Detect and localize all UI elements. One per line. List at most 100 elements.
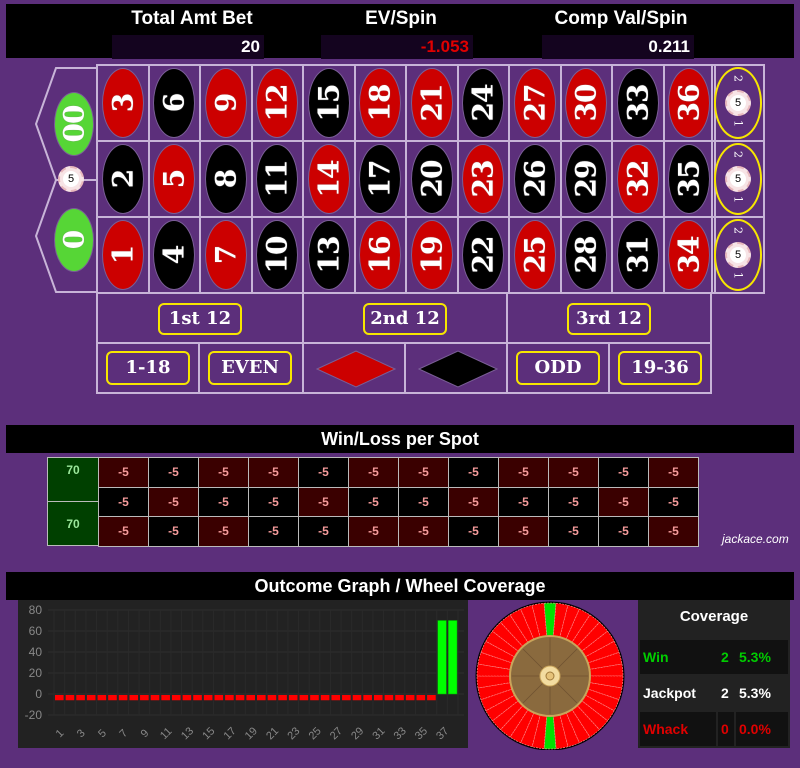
winloss-cell: -5 <box>548 457 599 488</box>
number-28-cell[interactable]: 28 <box>559 216 613 294</box>
number-34-cell[interactable]: 34 <box>662 216 716 294</box>
number-33-cell[interactable]: 33 <box>611 64 665 142</box>
bar-2 <box>65 695 75 701</box>
x-tick-label: 25 <box>307 725 324 742</box>
number-10-cell[interactable]: 10 <box>250 216 304 294</box>
number-21-cell[interactable]: 21 <box>405 64 459 142</box>
chip-column-top[interactable]: 5 <box>725 90 751 116</box>
number-29-cell[interactable]: 29 <box>559 140 613 218</box>
chip-column-bottom[interactable]: 5 <box>725 242 751 268</box>
bar-12 <box>171 695 181 701</box>
number-6-cell[interactable]: 6 <box>147 64 201 142</box>
coverage-panel: Coverage Win 2 5.3% Jackpot 2 5.3% Whack… <box>638 600 790 748</box>
number-26-cell[interactable]: 26 <box>508 140 562 218</box>
red-diamond-icon <box>316 350 396 388</box>
number-23-cell[interactable]: 23 <box>456 140 510 218</box>
bar-13 <box>182 695 192 701</box>
bar-22 <box>278 695 287 701</box>
bar-36 <box>427 695 436 701</box>
number-17-cell[interactable]: 17 <box>353 140 407 218</box>
number-11-cell[interactable]: 11 <box>250 140 304 218</box>
bet-low[interactable]: 1-18 <box>96 342 200 394</box>
number-14-cell[interactable]: 14 <box>302 140 356 218</box>
number-7-cell[interactable]: 7 <box>199 216 253 294</box>
number-9-cell[interactable]: 9 <box>199 64 253 142</box>
number-8-cell[interactable]: 8 <box>199 140 253 218</box>
number-12-cell[interactable]: 12 <box>250 64 304 142</box>
winloss-cell: -5 <box>398 486 449 518</box>
dozen-2nd[interactable]: 2nd 12 <box>302 292 508 344</box>
number-0[interactable]: 0 <box>54 208 94 272</box>
x-tick-label: 33 <box>392 725 409 742</box>
dozen-1st[interactable]: 1st 12 <box>96 292 304 344</box>
bar-20 <box>257 695 266 701</box>
bar-6 <box>108 695 117 701</box>
coverage-title: Coverage <box>679 608 749 625</box>
number-15-cell[interactable]: 15 <box>302 64 356 142</box>
number-6: 6 <box>153 68 196 138</box>
bar-11 <box>161 695 170 701</box>
bar-17 <box>225 695 234 701</box>
number-30-cell[interactable]: 30 <box>559 64 613 142</box>
number-32-cell[interactable]: 32 <box>611 140 665 218</box>
winloss-cell: -5 <box>298 486 349 518</box>
number-4-cell[interactable]: 4 <box>147 216 201 294</box>
chip-zero-split[interactable]: 5 <box>58 166 84 192</box>
number-16-cell[interactable]: 16 <box>353 216 407 294</box>
number-20-cell[interactable]: 20 <box>405 140 459 218</box>
column-bet-bottom[interactable]: 2 to 1 5 <box>711 216 765 294</box>
number-10: 10 <box>256 220 299 290</box>
winloss-cell: -5 <box>548 486 599 518</box>
bar-38 <box>448 620 458 695</box>
number-27-cell[interactable]: 27 <box>508 64 562 142</box>
coverage-row-jackpot: Jackpot 2 5.3% <box>643 685 771 701</box>
number-3-cell[interactable]: 3 <box>96 64 150 142</box>
comp-label: Comp Val/Spin <box>554 8 688 29</box>
bar-31 <box>373 695 383 701</box>
bar-37 <box>437 620 447 695</box>
coverage-row-win: Win 2 5.3% <box>640 640 788 674</box>
number-22-cell[interactable]: 22 <box>456 216 510 294</box>
number-2-cell[interactable]: 2 <box>96 140 150 218</box>
number-2: 2 <box>101 144 144 214</box>
y-tick-label: 0 <box>35 687 42 701</box>
number-25-cell[interactable]: 25 <box>508 216 562 294</box>
bet-black[interactable] <box>404 342 508 394</box>
column-bet-top[interactable]: 2 to 1 5 <box>711 64 765 142</box>
number-00[interactable]: 00 <box>54 92 94 156</box>
bet-high[interactable]: 19-36 <box>608 342 712 394</box>
number-36: 36 <box>668 68 711 138</box>
winloss-cell: -5 <box>448 516 499 547</box>
outcome-chart: 80 60 40 20 0 -20 1 3 5 7 9 11 13 15 17 19 21 23 25 27 29 31 3… <box>18 600 468 748</box>
number-13-cell[interactable]: 13 <box>302 216 356 294</box>
bar-9 <box>140 695 149 701</box>
winloss-cell: -5 <box>98 457 149 488</box>
number-23: 23 <box>462 144 505 214</box>
bet-red[interactable] <box>302 342 406 394</box>
number-1-cell[interactable]: 1 <box>96 216 150 294</box>
x-tick-label: 17 <box>222 725 239 742</box>
bet-odd[interactable]: ODD <box>506 342 610 394</box>
bet-even[interactable]: EVEN <box>198 342 304 394</box>
x-tick-label: 35 <box>413 725 430 742</box>
winloss-cell: -5 <box>148 486 199 518</box>
number-31-cell[interactable]: 31 <box>611 216 665 294</box>
number-31: 31 <box>616 220 659 290</box>
winloss-cell: -5 <box>348 516 399 547</box>
number-12: 12 <box>256 68 299 138</box>
number-36-cell[interactable]: 36 <box>662 64 716 142</box>
x-tick-label: 15 <box>200 725 217 742</box>
column-bet-middle[interactable]: 2 to 1 5 <box>711 140 765 218</box>
bar-1 <box>55 695 64 701</box>
number-24-cell[interactable]: 24 <box>456 64 510 142</box>
bar-28 <box>342 695 351 701</box>
x-tick-label: 29 <box>349 725 366 742</box>
number-19-cell[interactable]: 19 <box>405 216 459 294</box>
number-18-cell[interactable]: 18 <box>353 64 407 142</box>
winloss-cell: -5 <box>398 516 449 547</box>
number-5-cell[interactable]: 5 <box>147 140 201 218</box>
number-35-cell[interactable]: 35 <box>662 140 716 218</box>
roulette-table: 00 0 5 3 6 9 12 15 18 21 24 27 30 33 36 2 5 8 11 14 17 20 2… <box>0 60 800 400</box>
dozen-3rd[interactable]: 3rd 12 <box>506 292 712 344</box>
chip-column-middle[interactable]: 5 <box>725 166 751 192</box>
